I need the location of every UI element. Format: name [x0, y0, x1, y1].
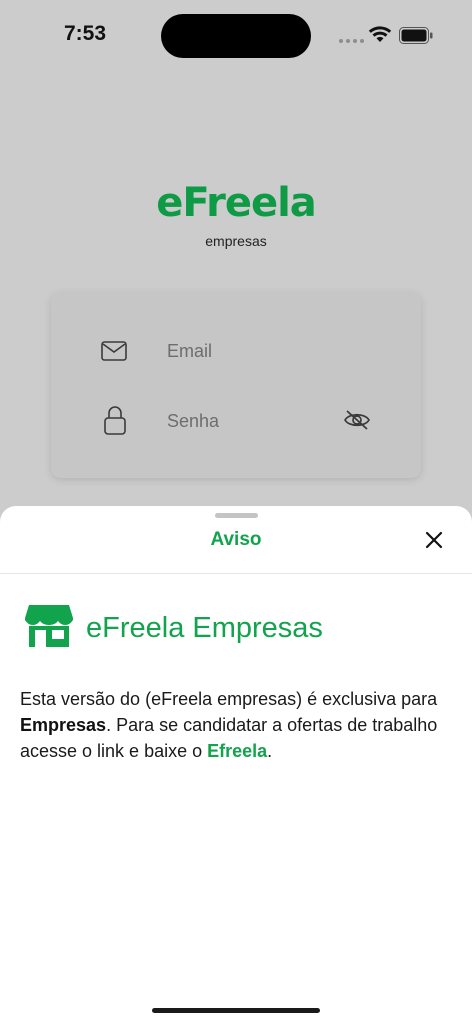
battery-icon	[399, 27, 433, 44]
password-field[interactable]: Senha	[167, 411, 219, 432]
store-icon	[25, 605, 73, 647]
notice-part: Esta versão do (eFreela empresas) é excl…	[20, 689, 438, 709]
notice-bold-empresas: Empresas	[20, 715, 107, 735]
lock-icon	[104, 406, 126, 435]
dynamic-island	[161, 14, 311, 58]
efreela-link[interactable]: Efreela	[207, 741, 267, 761]
status-bar: 7:53	[0, 0, 472, 72]
status-time: 7:53	[64, 22, 107, 45]
notice-part: .	[267, 741, 273, 761]
home-indicator[interactable]	[152, 1008, 320, 1013]
brand-logo: eFreela	[156, 180, 317, 226]
sheet-divider	[0, 573, 472, 574]
notice-sheet: Aviso eFreela Empresas Esta versão do (e…	[0, 506, 472, 1024]
sheet-title: Aviso	[210, 529, 262, 550]
signal-dots-icon	[339, 39, 364, 43]
mail-icon	[101, 341, 127, 361]
app-name: eFreela Empresas	[86, 612, 323, 644]
brand-subtitle: empresas	[205, 233, 267, 249]
eye-off-icon[interactable]	[343, 408, 371, 432]
sheet-drag-handle[interactable]	[215, 513, 258, 518]
close-icon[interactable]	[422, 528, 446, 552]
notice-text: Esta versão do (eFreela empresas) é excl…	[20, 686, 460, 764]
login-card: Email Senha	[51, 292, 421, 478]
email-field[interactable]: Email	[167, 341, 212, 362]
wifi-icon	[368, 26, 392, 42]
